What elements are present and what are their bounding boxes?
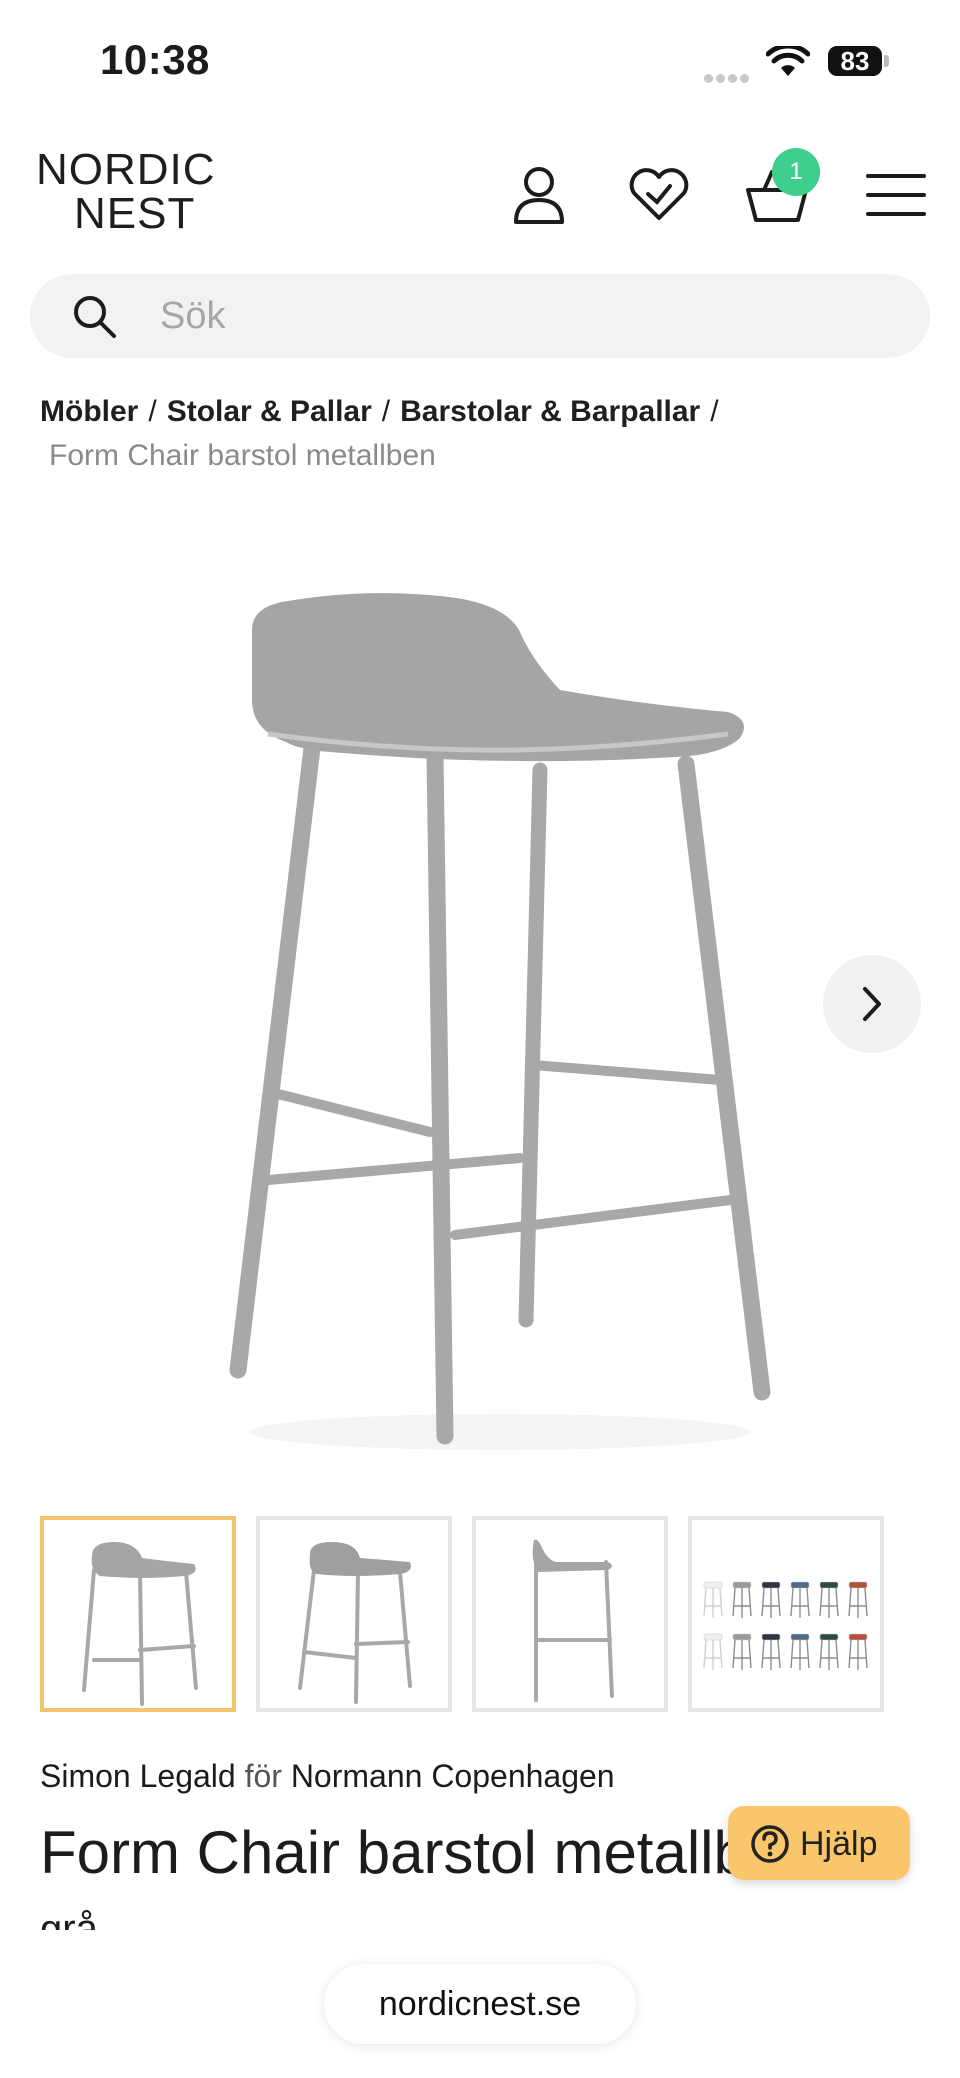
search-input[interactable]: [160, 286, 860, 346]
product-main-image[interactable]: [0, 520, 960, 1480]
color-variant-stool: [848, 1581, 868, 1618]
wishlist-heart-icon[interactable]: [624, 160, 694, 230]
designer-link[interactable]: Simon Legald: [40, 1758, 236, 1794]
battery-indicator: 83: [828, 46, 882, 76]
browser-url-bar[interactable]: nordicnest.se: [324, 1964, 636, 2044]
product-color: grå: [40, 1907, 98, 1930]
breadcrumb-link-stolar-pallar[interactable]: Stolar & Pallar: [167, 395, 372, 428]
menu-icon[interactable]: [862, 160, 932, 230]
thumbnail-4-color-variants[interactable]: [688, 1516, 884, 1712]
designer-line: Simon Legald för Normann Copenhagen: [40, 1758, 615, 1795]
color-variant-stool: [790, 1581, 810, 1618]
account-icon[interactable]: [504, 160, 574, 230]
breadcrumb-separator: /: [710, 395, 719, 428]
next-image-button[interactable]: [823, 955, 921, 1053]
color-variant-stool: [761, 1633, 781, 1670]
color-variant-stool: [732, 1633, 752, 1670]
breadcrumb: Möbler / Stolar & Pallar / Barstolar & Barpa…: [40, 390, 940, 478]
thumbnail-1[interactable]: [40, 1516, 236, 1712]
color-variant-stool: [761, 1581, 781, 1618]
logo-line2: NEST: [74, 189, 196, 238]
cellular-signal-icon: [704, 70, 754, 83]
breadcrumb-link-barstolar[interactable]: Barstolar & Barpallar: [400, 395, 700, 428]
color-variants-image: [703, 1581, 868, 1670]
color-variant-stool: [790, 1633, 810, 1670]
breadcrumb-separator: /: [148, 395, 157, 428]
wifi-icon: [766, 46, 810, 76]
thumbnail-image: [82, 1542, 198, 1706]
help-label: Hjälp: [800, 1825, 878, 1863]
color-variant-stool: [819, 1581, 839, 1618]
battery-cap: [884, 55, 889, 67]
logo-line1: NORDIC: [36, 145, 216, 194]
breadcrumb-separator: /: [381, 395, 391, 428]
breadcrumb-link-mobler[interactable]: Möbler: [40, 395, 138, 428]
color-variant-stool: [819, 1633, 839, 1670]
color-variant-stool: [703, 1581, 723, 1618]
nordic-nest-logo[interactable]: NORDIC NEST: [36, 148, 216, 236]
status-time: 10:38: [100, 36, 210, 83]
for-word: för: [244, 1758, 282, 1794]
thumbnail-2[interactable]: [256, 1516, 452, 1712]
chevron-right-icon: [863, 987, 881, 1021]
breadcrumb-current: Form Chair barstol metallben: [49, 439, 436, 472]
color-variant-stool: [732, 1581, 752, 1618]
brand-link[interactable]: Normann Copenhagen: [291, 1758, 615, 1794]
help-question-icon: [751, 1825, 789, 1863]
thumbnail-image: [532, 1539, 614, 1702]
color-variant-stool: [848, 1633, 868, 1670]
cart-count-badge[interactable]: 1: [772, 148, 820, 196]
help-button[interactable]: Hjälp: [728, 1806, 910, 1880]
search-icon: [74, 296, 116, 338]
thumbnail-3[interactable]: [472, 1516, 668, 1712]
color-variant-stool: [703, 1633, 723, 1670]
thumbnail-image: [298, 1542, 412, 1704]
